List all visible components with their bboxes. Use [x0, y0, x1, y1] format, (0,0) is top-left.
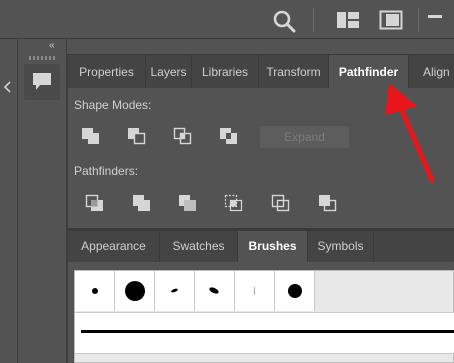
stroke-brush-row[interactable]	[75, 312, 454, 354]
unite-icon[interactable]	[80, 126, 102, 146]
brush-preset[interactable]	[275, 271, 315, 311]
expand-button[interactable]: Expand	[260, 126, 349, 148]
stroke-preview	[81, 330, 454, 333]
trim-icon[interactable]	[131, 193, 153, 213]
calligraphic-small-icon	[170, 287, 179, 294]
round-dot-small-icon	[92, 288, 98, 294]
brush-preset[interactable]	[235, 271, 275, 311]
merge-icon[interactable]	[177, 193, 199, 213]
toolbar-separator	[313, 8, 314, 32]
round-dot-large-icon	[125, 281, 145, 301]
brush-preset[interactable]	[195, 271, 235, 311]
tab-brushes[interactable]: Brushes	[238, 231, 308, 262]
pathfinders-label: Pathfinders:	[74, 164, 139, 178]
app-bar-divider	[0, 38, 454, 39]
toolbar-separator	[418, 8, 419, 32]
minimize-icon[interactable]	[428, 15, 442, 18]
collapse-dock-icon[interactable]: ‹‹	[49, 40, 55, 51]
search-icon[interactable]	[272, 9, 296, 33]
tab-align[interactable]: Align	[409, 55, 454, 89]
exclude-icon[interactable]	[218, 126, 240, 146]
round-dot-medium-icon	[288, 284, 302, 298]
comment-icon	[33, 73, 51, 90]
calligraphic-medium-icon	[208, 286, 220, 295]
tab-layers[interactable]: Layers	[146, 55, 192, 89]
panel-display-icon[interactable]	[379, 10, 403, 30]
brush-preset[interactable]	[115, 271, 155, 311]
dock-grip[interactable]	[29, 56, 55, 60]
minus-back-icon[interactable]	[317, 193, 339, 213]
tab-transform[interactable]: Transform	[259, 55, 329, 89]
tab-swatches[interactable]: Swatches	[160, 231, 238, 262]
brush-preset[interactable]	[155, 271, 195, 311]
tab-symbols[interactable]: Symbols	[308, 231, 374, 262]
workspace-layout-icon[interactable]	[336, 11, 360, 29]
hairline-icon	[254, 287, 255, 295]
outline-icon[interactable]	[270, 193, 292, 213]
divide-icon[interactable]	[84, 193, 106, 213]
tab-libraries[interactable]: Libraries	[192, 55, 259, 89]
tab-appearance[interactable]: Appearance	[68, 231, 160, 262]
crop-icon[interactable]	[223, 193, 245, 213]
brushes-tab-bar: Appearance Swatches Brushes Symbols	[68, 231, 454, 262]
shape-modes-label: Shape Modes:	[74, 98, 152, 112]
chevron-left-icon[interactable]	[2, 80, 14, 94]
intersect-icon[interactable]	[172, 126, 194, 146]
brush-preset[interactable]	[75, 271, 115, 311]
tab-pathfinder[interactable]: Pathfinder	[329, 55, 409, 90]
tab-properties[interactable]: Properties	[68, 55, 146, 89]
minus-front-icon[interactable]	[126, 126, 148, 146]
panel-tab-bar: Properties Layers Libraries Transform Pa…	[68, 54, 454, 90]
